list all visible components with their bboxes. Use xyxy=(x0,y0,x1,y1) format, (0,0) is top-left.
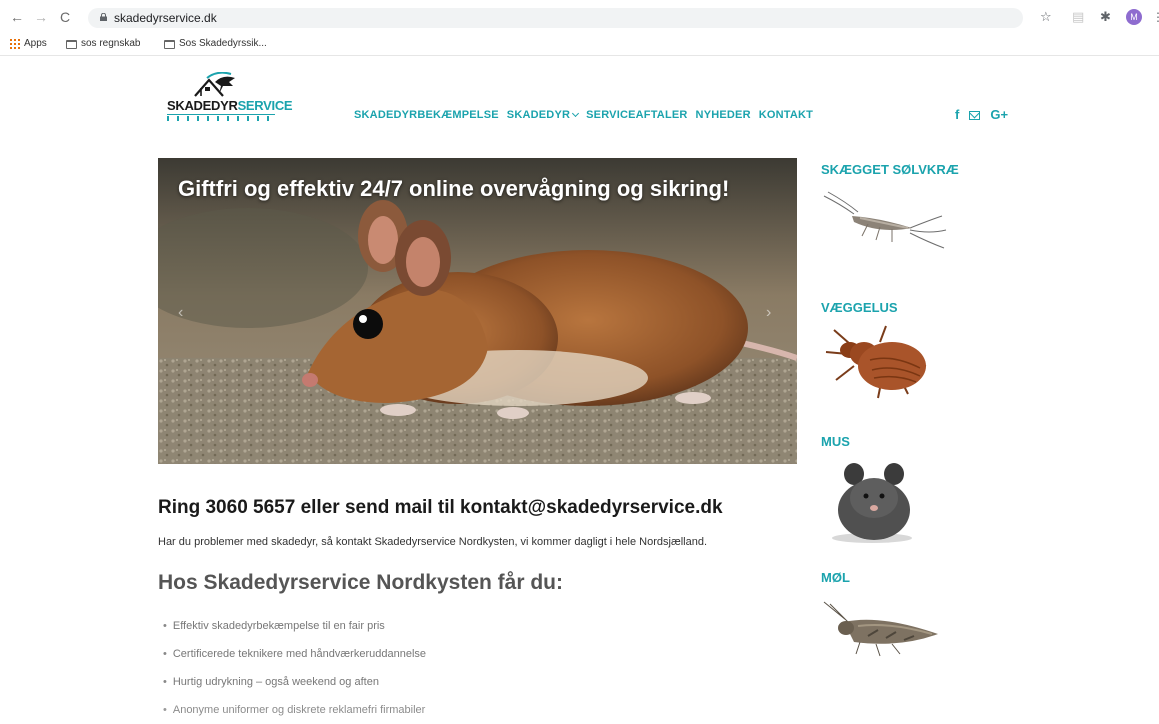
list-item: Anonyme uniformer og diskrete reklamefri… xyxy=(163,696,426,724)
main-navigation: SKADEDYRBEKÆMPELSE SKADEDYR SERVICEAFTAL… xyxy=(354,109,813,121)
nav-skadedyr[interactable]: SKADEDYR xyxy=(507,109,580,121)
logo-underline xyxy=(167,114,275,115)
sidebar-title-mol[interactable]: MØL xyxy=(821,570,850,585)
bookmarks-bar: Apps sos regnskab Sos Skadedyrssik... xyxy=(0,34,1159,56)
bookmark-apps[interactable]: Apps xyxy=(10,38,47,50)
sidebar-title-vaeggelus[interactable]: VÆGGELUS xyxy=(821,300,898,315)
hero-slider[interactable]: ‹ › Giftfri og effektiv 24/7 online over… xyxy=(158,158,797,464)
nav-serviceaftaler[interactable]: SERVICEAFTALER xyxy=(586,109,687,121)
bedbug-image[interactable] xyxy=(820,322,932,402)
moth-image[interactable] xyxy=(820,600,944,660)
google-plus-icon[interactable]: G+ xyxy=(990,108,1008,122)
silverfish-image[interactable] xyxy=(820,190,948,252)
slider-prev-icon[interactable]: ‹ xyxy=(178,304,183,322)
reader-icon[interactable]: ▤ xyxy=(1072,10,1084,24)
lock-icon xyxy=(100,13,107,21)
nav-nyheder[interactable]: NYHEDER xyxy=(696,109,751,121)
address-bar[interactable]: skadedyrservice.dk xyxy=(88,8,1023,28)
benefits-list: Effektiv skadedyrbekæmpelse til en fair … xyxy=(163,612,426,724)
star-icon[interactable]: ☆ xyxy=(1040,10,1052,24)
intro-text: Har du problemer med skadedyr, så kontak… xyxy=(158,536,708,548)
nav-skadedyrbekaempelse[interactable]: SKADEDYRBEKÆMPELSE xyxy=(354,109,499,121)
extensions-icon[interactable]: ✱ xyxy=(1100,10,1111,24)
offer-heading: Hos Skadedyrservice Nordkysten får du: xyxy=(158,571,563,594)
site-logo[interactable]: SKADEDYRSERVICE xyxy=(167,72,293,128)
mouse-photo xyxy=(158,158,797,464)
bookmark-sos-skadedyrssik[interactable]: Sos Skadedyrssik... xyxy=(164,38,267,50)
folder-icon xyxy=(164,39,175,49)
bookmark-sos-regnskab[interactable]: sos regnskab xyxy=(66,38,140,50)
mail-icon[interactable] xyxy=(969,110,981,120)
menu-kebab-icon[interactable]: ⋮ xyxy=(1152,10,1159,24)
hero-caption: Giftfri og effektiv 24/7 online overvågn… xyxy=(178,176,730,201)
sidebar-title-solvkrae[interactable]: SKÆGGET SØLVKRÆ xyxy=(821,162,959,177)
forward-arrow-icon[interactable]: → xyxy=(34,9,48,25)
slider-next-icon[interactable]: › xyxy=(766,304,771,322)
back-arrow-icon[interactable]: ← xyxy=(10,9,24,25)
logo-wordmark: SKADEDYRSERVICE xyxy=(167,98,293,113)
chevron-down-icon xyxy=(572,109,580,118)
list-item: Certificerede teknikere med håndværkerud… xyxy=(163,640,426,668)
mouse-thumbnail-image[interactable] xyxy=(820,458,924,544)
sidebar-title-mus[interactable]: MUS xyxy=(821,434,850,449)
browser-toolbar: ← → C skadedyrservice.dk ☆ ▤ ✱ M ⋮ xyxy=(0,0,1159,34)
list-item: Hurtig udrykning – også weekend og aften xyxy=(163,668,426,696)
url-text: skadedyrservice.dk xyxy=(114,11,217,25)
nav-kontakt[interactable]: KONTAKT xyxy=(759,109,813,121)
apps-grid-icon xyxy=(10,39,20,49)
logo-dots xyxy=(167,116,275,121)
facebook-icon[interactable]: f xyxy=(955,108,959,122)
reload-icon[interactable]: C xyxy=(60,9,70,25)
house-bird-logo-icon xyxy=(194,72,235,97)
profile-avatar[interactable]: M xyxy=(1126,9,1142,25)
folder-icon xyxy=(66,39,77,49)
contact-heading: Ring 3060 5657 eller send mail til konta… xyxy=(158,497,723,518)
social-links: f G+ xyxy=(955,108,1008,122)
list-item: Effektiv skadedyrbekæmpelse til en fair … xyxy=(163,612,426,640)
